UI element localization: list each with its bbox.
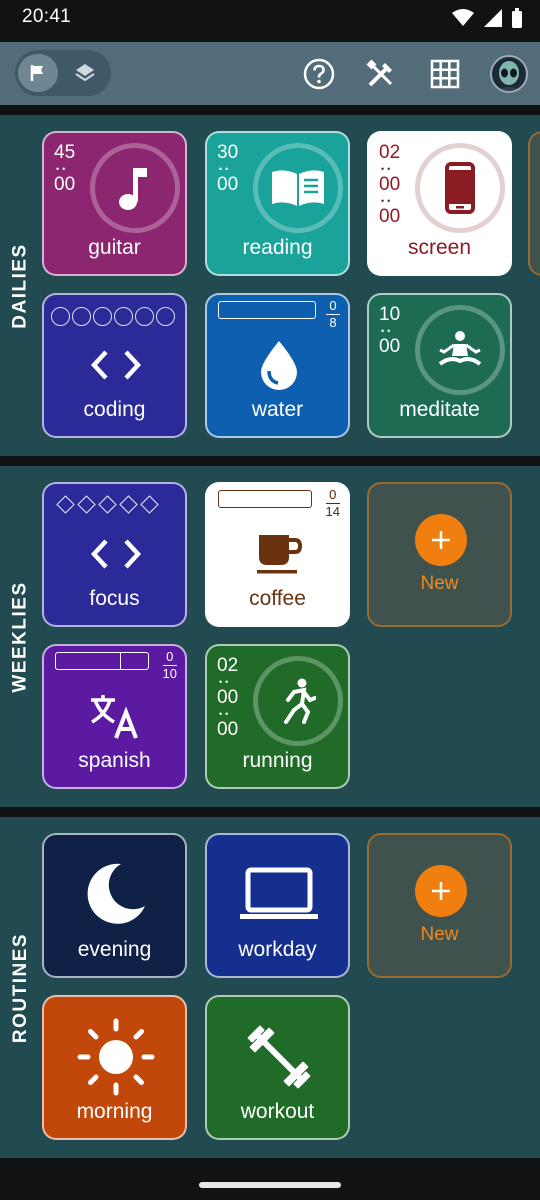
- habit-tile-guitar[interactable]: 45 •• 00 guitar: [42, 131, 187, 276]
- habit-tile-focus[interactable]: focus: [42, 482, 187, 627]
- moon-icon: [74, 855, 158, 931]
- section-weeklies: WEEKLIES focus 0 14 coffee New 0 10 span…: [0, 466, 540, 807]
- tile-label: coding: [83, 398, 146, 421]
- routine-tile-morning[interactable]: morning: [42, 995, 187, 1140]
- timer-display: 02 •• 00 •• 00: [379, 142, 401, 227]
- coffee-icon: [243, 524, 315, 584]
- tile-label: running: [242, 749, 313, 772]
- timer-display: 10 •• 00: [379, 304, 401, 357]
- counter-fraction: 0 14: [325, 487, 340, 519]
- code-icon: [80, 524, 152, 584]
- timer-display: 02 •• 00 •• 00: [217, 655, 239, 740]
- system-icons: [452, 8, 522, 28]
- progress-diamonds: [56, 495, 159, 514]
- habit-tile-water[interactable]: 08 water: [205, 293, 350, 438]
- help-icon[interactable]: [301, 56, 337, 92]
- app-bar: [0, 42, 540, 105]
- habit-tile-meditate[interactable]: 10 •• 00 meditate: [367, 293, 512, 438]
- routine-tile-workday[interactable]: workday: [205, 833, 350, 978]
- status-bar: 20:41: [0, 0, 540, 42]
- section-dailies: DAILIES 45 •• 00 guitar 30 •• 00 reading 02 •…: [0, 115, 540, 456]
- tile-label: New: [420, 924, 459, 945]
- counter-fraction: 0 10: [162, 649, 177, 681]
- dumbbell-icon: [237, 1017, 321, 1097]
- section-label: ROUTINES: [10, 932, 31, 1043]
- tile-label: guitar: [88, 236, 141, 259]
- tile-label: New: [420, 573, 459, 594]
- offscreen-tile[interactable]: [528, 131, 540, 276]
- wifi-icon: [452, 9, 474, 26]
- section-divider: [0, 456, 540, 466]
- habit-tile-screen[interactable]: 02 •• 00 •• 00 screen: [367, 131, 512, 276]
- status-time: 20:41: [22, 6, 72, 27]
- tile-label: coffee: [249, 587, 306, 610]
- counter-fraction: 08: [326, 299, 340, 330]
- tools-icon[interactable]: [363, 56, 399, 92]
- signal-icon: [484, 9, 502, 27]
- tile-label: water: [251, 398, 304, 421]
- tile-label: meditate: [399, 398, 480, 421]
- section-label: WEEKLIES: [10, 580, 32, 693]
- habit-tile-coding[interactable]: coding: [42, 293, 187, 438]
- home-gesture-handle[interactable]: [199, 1182, 341, 1188]
- progress-circles: [51, 307, 175, 326]
- progress-bar: [55, 652, 149, 670]
- tile-label: focus: [89, 587, 140, 610]
- tile-label: workday: [238, 938, 317, 961]
- tile-label: reading: [242, 236, 313, 259]
- timer-display: 30 •• 00: [217, 142, 239, 195]
- avatar[interactable]: [490, 55, 528, 93]
- book-icon: [253, 143, 343, 233]
- progress-bar: [218, 301, 316, 319]
- habit-tile-spanish[interactable]: 0 10 spanish: [42, 644, 187, 789]
- habit-tile-running[interactable]: 02 •• 00 •• 00 running: [205, 644, 350, 789]
- tile-label: morning: [76, 1100, 153, 1123]
- tile-label: evening: [77, 938, 152, 961]
- plus-icon: [415, 865, 467, 917]
- meditate-icon: [415, 305, 505, 395]
- tile-label: workout: [240, 1100, 315, 1123]
- habit-tile-reading[interactable]: 30 •• 00 reading: [205, 131, 350, 276]
- timer-display: 45 •• 00: [54, 142, 76, 195]
- layers-icon[interactable]: [65, 54, 105, 92]
- battery-icon: [512, 8, 522, 28]
- flag-icon[interactable]: [18, 54, 58, 92]
- routine-tile-evening[interactable]: evening: [42, 833, 187, 978]
- routine-tile-workout[interactable]: workout: [205, 995, 350, 1140]
- running-icon: [253, 656, 343, 746]
- grid-icon[interactable]: [427, 56, 463, 92]
- section-divider: [0, 807, 540, 817]
- phone-icon: [415, 143, 505, 233]
- habit-tile-coffee[interactable]: 0 14 coffee: [205, 482, 350, 627]
- new-routine-button[interactable]: New: [367, 833, 512, 978]
- sun-icon: [74, 1017, 158, 1097]
- drop-icon: [243, 333, 315, 397]
- laptop-icon: [237, 859, 321, 929]
- view-toggle[interactable]: [15, 50, 111, 96]
- plus-icon: [415, 514, 467, 566]
- alien-avatar-icon: [496, 61, 522, 91]
- code-icon: [80, 335, 152, 395]
- system-nav-bar: [0, 1158, 540, 1200]
- section-label: DAILIES: [10, 242, 32, 329]
- progress-bar: [218, 490, 312, 508]
- translate-icon: [80, 684, 152, 748]
- music-note-icon: [90, 143, 180, 233]
- tile-label: spanish: [78, 749, 151, 772]
- tile-label: screen: [407, 236, 472, 259]
- section-routines: ROUTINES evening workday New morning wor…: [0, 817, 540, 1158]
- new-habit-button[interactable]: New: [367, 482, 512, 627]
